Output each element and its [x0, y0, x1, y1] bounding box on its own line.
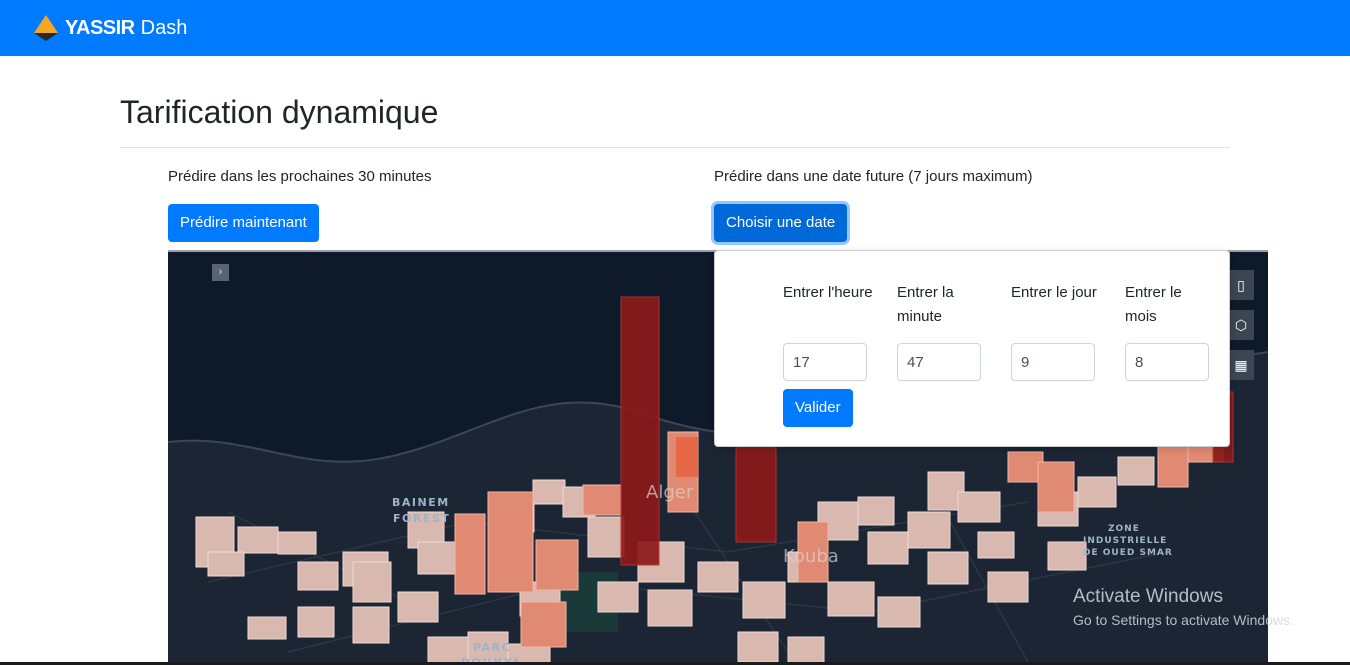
- map-label-oued-smar: DE OUED SMAR: [1083, 548, 1173, 558]
- hour-label: Entrer l'heure: [783, 284, 873, 301]
- month-input[interactable]: [1125, 343, 1209, 381]
- 3d-cube-icon[interactable]: ⬡: [1228, 310, 1254, 340]
- minute-input[interactable]: [897, 343, 981, 381]
- day-input[interactable]: [1011, 343, 1095, 381]
- minute-label: Entrer la minute: [897, 284, 954, 325]
- map-icon[interactable]: ▯: [1228, 270, 1254, 300]
- title-divider: [120, 147, 1230, 148]
- validate-button[interactable]: Valider: [783, 389, 853, 427]
- map-label-bainem: BAINEM: [392, 496, 450, 509]
- month-label: Entrer le mois: [1125, 284, 1182, 325]
- activate-windows-subtitle: Go to Settings to activate Windows.: [1073, 612, 1294, 628]
- map-label-parc: PARC: [473, 641, 511, 654]
- predict-now-button[interactable]: Prédire maintenant: [168, 204, 319, 242]
- navbar: YASSIR Dash: [0, 0, 1350, 56]
- activate-windows-title: Activate Windows: [1073, 586, 1223, 607]
- table-icon[interactable]: ▦: [1228, 350, 1254, 380]
- map-label-industrielle: INDUSTRIELLE: [1083, 536, 1167, 546]
- map-label-zone: ZONE: [1108, 524, 1140, 534]
- brand-app: Dash: [140, 16, 188, 39]
- chevron-right-icon[interactable]: ›: [212, 264, 229, 281]
- brand[interactable]: YASSIR Dash: [31, 13, 187, 43]
- brand-name: YASSIR: [65, 16, 135, 39]
- map-label-forest: FOREST: [393, 512, 450, 525]
- map-label-alger: Alger: [646, 482, 694, 503]
- future-label: Prédire dans une date future (7 jours ma…: [714, 168, 1033, 185]
- day-label: Entrer le jour: [1011, 284, 1097, 301]
- yassir-logo-icon: [34, 15, 58, 41]
- now-label: Prédire dans les prochaines 30 minutes: [168, 168, 432, 185]
- hour-input[interactable]: [783, 343, 867, 381]
- date-picker-popover: Entrer l'heure Entrer la minute Entrer l…: [714, 250, 1230, 447]
- page-title: Tarification dynamique: [120, 94, 439, 130]
- choose-date-button[interactable]: Choisir une date: [714, 204, 848, 242]
- map-label-kouba: Kouba: [783, 546, 839, 567]
